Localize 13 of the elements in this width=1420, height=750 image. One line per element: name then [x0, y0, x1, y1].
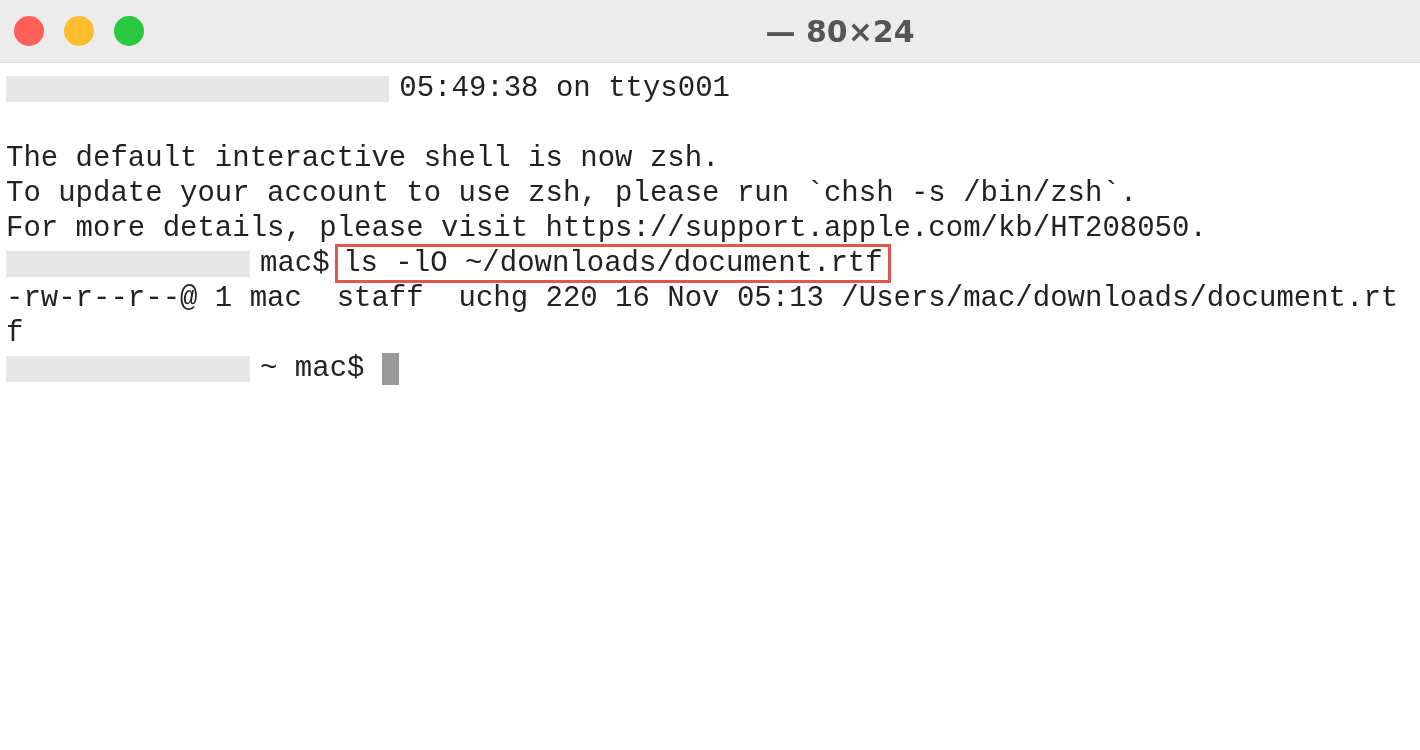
minimize-button[interactable] — [64, 16, 94, 46]
terminal-output: 05:49:38 on ttys001 — [399, 72, 730, 105]
window-title: — 80×24 — [765, 13, 915, 49]
terminal-output: f — [6, 317, 24, 350]
terminal-output: For more details, please visit https://support.apple.com/kb/HT208050. — [6, 212, 1207, 245]
terminal-output: -rw-r--r--@ 1 mac staff uchg 220 16 Nov 05:13 /Users/mac/downloads/document.rt — [6, 282, 1399, 315]
terminal-output: To update your account to use zsh, please run `chsh -s /bin/zsh`. — [6, 177, 1138, 210]
shell-prompt: mac$ — [260, 247, 330, 280]
terminal-output: The default interactive shell is now zsh. — [6, 142, 720, 175]
shell-prompt: ~ mac$ — [260, 352, 365, 385]
close-button[interactable] — [14, 16, 44, 46]
highlighted-command: ls -lO ~/downloads/document.rtf — [334, 244, 891, 283]
zoom-button[interactable] — [114, 16, 144, 46]
